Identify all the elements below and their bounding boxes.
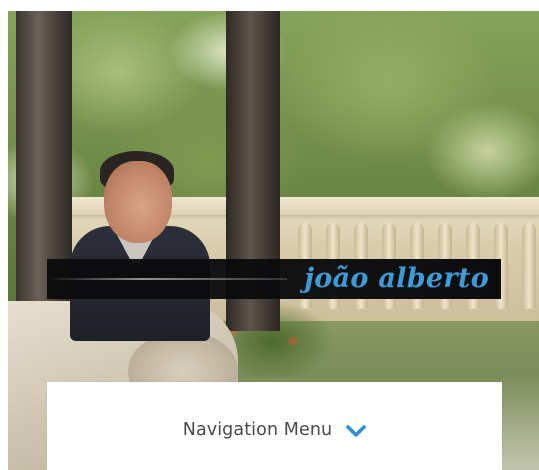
navigation-menu-toggle[interactable]: Navigation Menu	[47, 412, 502, 448]
banner-name-text: joão alberto	[304, 263, 489, 294]
navigation-panel: Navigation Menu	[47, 382, 502, 470]
person-face	[104, 161, 172, 243]
navigation-menu-label: Navigation Menu	[182, 420, 333, 440]
banner-light-streak	[47, 278, 287, 280]
chevron-down-icon-graphic	[346, 425, 367, 437]
page: joão alberto Navigation Menu	[0, 0, 539, 470]
baluster	[522, 223, 536, 309]
name-banner: joão alberto	[47, 259, 501, 299]
chevron-down-icon	[346, 423, 367, 437]
